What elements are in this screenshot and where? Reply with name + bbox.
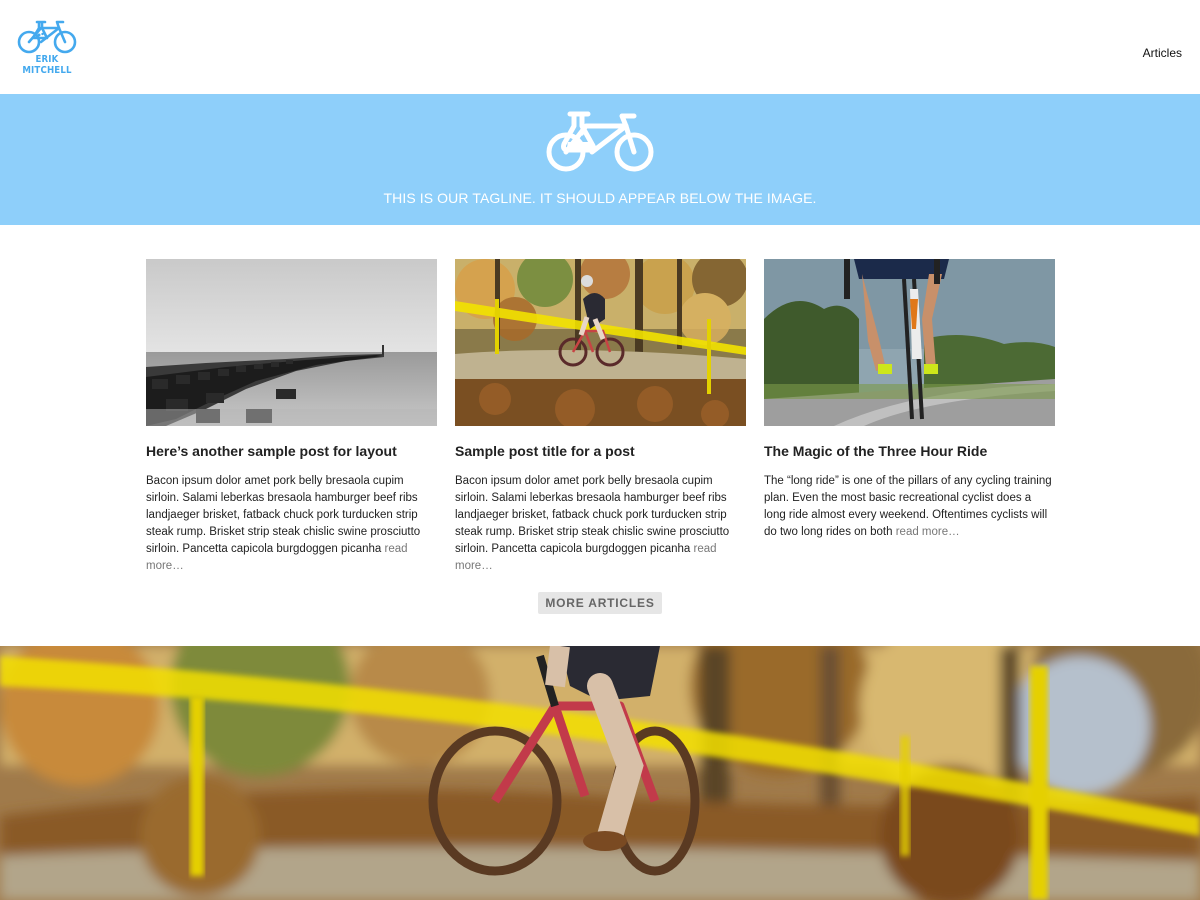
post-grid: Here’s another sample post for layout Ba… [146, 259, 1055, 589]
pier-photo [146, 259, 437, 426]
tagline: THIS IS OUR TAGLINE. IT SHOULD APPEAR BE… [383, 190, 817, 206]
site-logo[interactable]: ERIK MITCHELL [8, 18, 86, 76]
post-title[interactable]: Here’s another sample post for layout [146, 442, 437, 460]
post-excerpt: Bacon ipsum dolor amet pork belly bresao… [455, 473, 746, 575]
post-card: The Magic of the Three Hour Ride The “lo… [764, 259, 1055, 541]
post-excerpt: The “long ride” is one of the pillars of… [764, 473, 1055, 541]
cyclocross-banner-photo [0, 646, 1200, 900]
nav-item-articles[interactable]: Articles [1143, 46, 1182, 60]
main-nav: Articles [1143, 44, 1182, 62]
post-card: Here’s another sample post for layout Ba… [146, 259, 437, 575]
read-more-link[interactable]: read more… [896, 526, 960, 538]
bicycle-flask-hero-icon [546, 111, 654, 172]
excerpt-text: Bacon ipsum dolor amet pork belly bresao… [455, 475, 730, 555]
hero-banner: THIS IS OUR TAGLINE. IT SHOULD APPEAR BE… [0, 94, 1200, 225]
excerpt-text: Bacon ipsum dolor amet pork belly bresao… [146, 475, 421, 555]
cyclocross-banner-image [0, 646, 1200, 900]
logo-text: ERIK MITCHELL [22, 54, 72, 76]
bicycle-flask-logo-icon [17, 20, 77, 54]
post-title[interactable]: Sample post title for a post [455, 442, 746, 460]
road-cyclist-photo [764, 259, 1055, 426]
post-excerpt: Bacon ipsum dolor amet pork belly bresao… [146, 473, 437, 575]
post-thumbnail-pier[interactable] [146, 259, 437, 426]
post-thumbnail-cyclocross[interactable] [455, 259, 746, 426]
more-articles-button[interactable]: MORE ARTICLES [538, 592, 662, 614]
site-header: ERIK MITCHELL Articles [0, 0, 1200, 94]
post-thumbnail-road-cyclist[interactable] [764, 259, 1055, 426]
post-title[interactable]: The Magic of the Three Hour Ride [764, 442, 1055, 460]
cyclocross-photo [455, 259, 746, 426]
post-card: Sample post title for a post Bacon ipsum… [455, 259, 746, 575]
